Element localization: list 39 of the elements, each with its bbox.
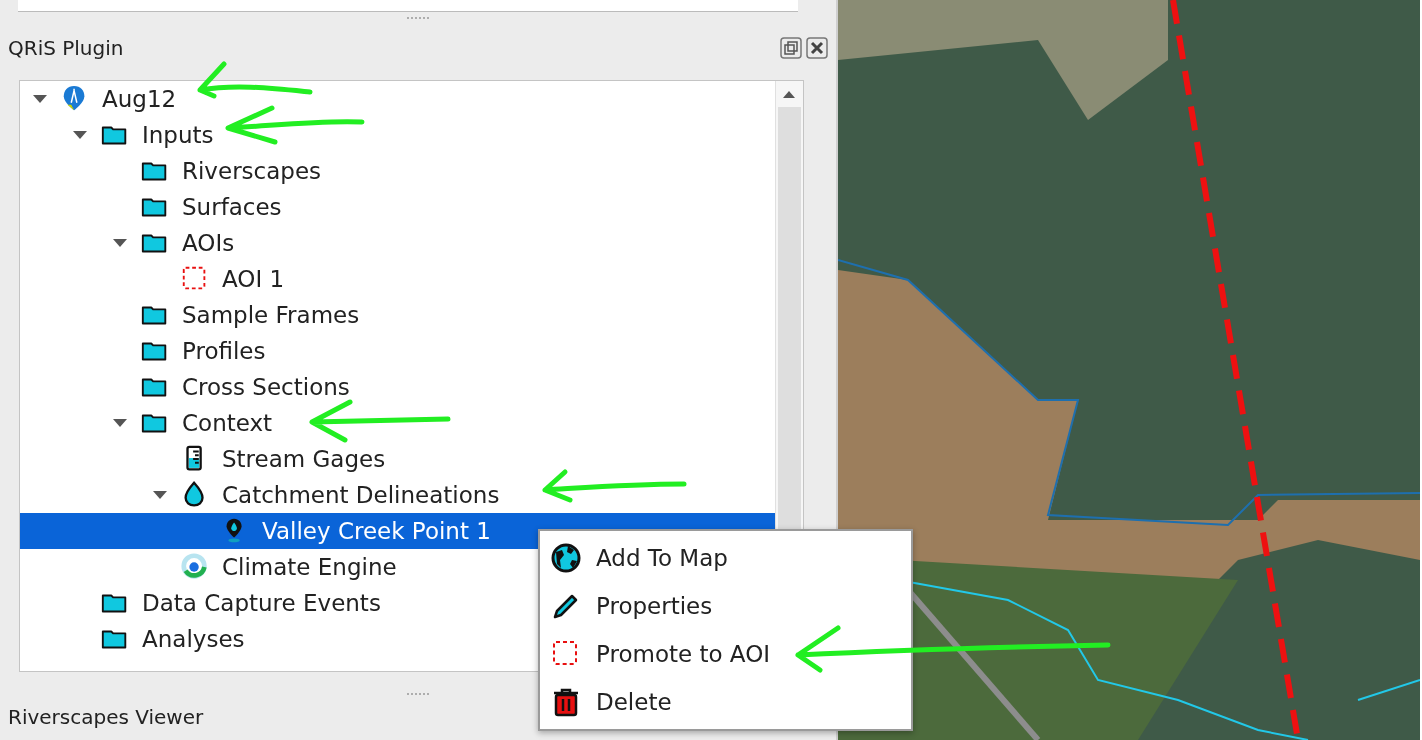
menu-item[interactable]: Promote to AOI	[540, 630, 911, 678]
panel-title: Riverscapes Viewer	[8, 704, 204, 731]
tree-row[interactable]: Context	[20, 405, 775, 441]
tree-row[interactable]: Stream Gages	[20, 441, 775, 477]
tree-item-label: Climate Engine	[222, 552, 397, 582]
tree-row[interactable]: Inputs	[20, 117, 775, 153]
tree-item-label: AOI 1	[222, 264, 285, 294]
tree-item-label: Valley Creek Point 1	[262, 516, 491, 546]
tree-item-label: Stream Gages	[222, 444, 386, 474]
globe-icon	[550, 542, 582, 574]
menu-item[interactable]: Delete	[540, 678, 911, 726]
tree-item-label: Analyses	[142, 624, 245, 654]
tree-row[interactable]: Catchment Delineations	[20, 477, 775, 513]
tree-item-label: Sample Frames	[182, 300, 360, 330]
tree-item-label: Surfaces	[182, 192, 282, 222]
panel-title: QRiS Plugin	[8, 35, 124, 62]
close-icon[interactable]	[806, 37, 828, 59]
float-icon[interactable]	[780, 37, 802, 59]
tree-item-label: Context	[182, 408, 273, 438]
tree-row[interactable]: Profiles	[20, 333, 775, 369]
tree-item-label: Data Capture Events	[142, 588, 381, 618]
tree-item-label: AOIs	[182, 228, 235, 258]
tree-row[interactable]: AOIs	[20, 225, 775, 261]
tree-item-label: Inputs	[142, 120, 214, 150]
tree-item-label: Aug12	[102, 84, 177, 114]
ring-logo-icon	[180, 552, 210, 582]
tree-row[interactable]: Sample Frames	[20, 297, 775, 333]
grip-handle-icon[interactable]	[406, 16, 430, 20]
menu-item[interactable]: Properties	[540, 582, 911, 630]
tree-row[interactable]: AOI 1	[20, 261, 775, 297]
grip-handle-icon[interactable]	[406, 692, 430, 696]
tree-row[interactable]: Cross Sections	[20, 369, 775, 405]
tree-row[interactable]: Aug12	[20, 81, 775, 117]
tree-item-label: Cross Sections	[182, 372, 350, 402]
tree-item-label: Riverscapes	[182, 156, 322, 186]
tree-row[interactable]: Surfaces	[20, 189, 775, 225]
tree-row[interactable]: Riverscapes	[20, 153, 775, 189]
tree-item-label: Catchment Delineations	[222, 480, 500, 510]
tree-item-label: Profiles	[182, 336, 266, 366]
